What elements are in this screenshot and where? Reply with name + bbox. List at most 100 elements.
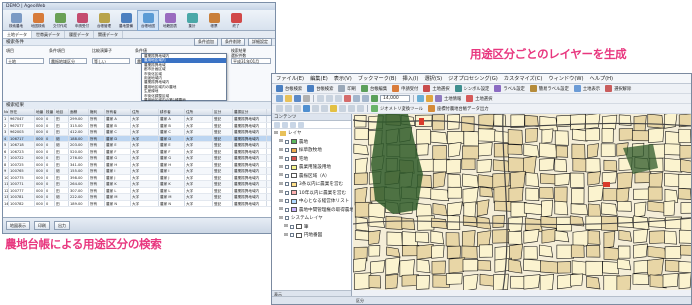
delete-icon[interactable] (344, 95, 351, 102)
select-icon[interactable] (466, 95, 474, 102)
copy-icon[interactable] (326, 95, 333, 102)
print-icon[interactable] (303, 95, 310, 102)
menu-item[interactable]: 挿入(I) (403, 74, 419, 83)
grid-column-header[interactable]: 面積 (69, 109, 89, 115)
layer-item[interactable]: ⊟ 農地中間管理権の取得農地 (272, 206, 354, 215)
collapse-icon[interactable]: ⊟ (279, 139, 283, 144)
layer-item[interactable]: ⊟ 農業用施設用地 (272, 163, 351, 172)
layer-item[interactable]: ⊟ 農振区域（A） (272, 172, 351, 181)
layer-item[interactable]: ⊟ 宅地 (272, 155, 351, 164)
grid-column-header[interactable]: 地目 (55, 109, 69, 115)
grid-column-header[interactable]: 地番 (35, 109, 45, 115)
visibility-checkbox[interactable] (284, 216, 289, 221)
visibility-checkbox[interactable] (284, 139, 289, 144)
undo-icon[interactable] (353, 95, 360, 102)
layer-item[interactable]: ⊟ 円地番図 (272, 231, 351, 240)
collapse-icon[interactable]: ⊟ (274, 131, 278, 136)
table-row[interactable]: 14 100782 000 0 田 189.00 所有 農家 N 大字 農家 N 大字 登記 農業振興地… (3, 200, 275, 207)
visibility-checkbox[interactable] (284, 148, 289, 153)
grid-column-header[interactable]: 住所 (131, 109, 159, 115)
delete-condition-button[interactable]: 条件削除 (221, 38, 245, 46)
toolbar-label[interactable]: 簡易ラベル設定 (539, 86, 569, 92)
ribbon-button[interactable]: 帳票 (203, 10, 225, 31)
grid-column-header[interactable]: 所在 (9, 109, 35, 115)
menu-item[interactable]: 編集(E) (310, 74, 328, 83)
toolbar-label[interactable]: 申請受付 (401, 86, 418, 92)
visibility-checkbox[interactable] (284, 199, 289, 204)
list-by-selection-icon[interactable] (298, 122, 304, 128)
ribbon-button[interactable]: 申請受付 (71, 10, 93, 31)
layer-item[interactable]: ⊟ 採草放牧地 (272, 146, 351, 155)
ribbon-button[interactable]: 台帳管理 (93, 10, 115, 31)
visibility-checkbox[interactable] (284, 165, 289, 170)
search-icon[interactable] (435, 95, 442, 102)
map-canvas[interactable] (353, 114, 691, 296)
scale-combo[interactable]: 14,000 (380, 95, 410, 102)
visibility-checkbox[interactable] (284, 173, 289, 178)
toolbar-icon[interactable] (573, 85, 581, 92)
ribbon-button[interactable]: 交付作成 (49, 10, 71, 31)
print-button[interactable]: 印刷 (34, 221, 50, 230)
ribbon-button[interactable]: 農地整備 (115, 10, 137, 31)
menu-item[interactable]: ブックマーク(B) (358, 74, 397, 83)
ribbon-button[interactable]: 検索農地 (5, 10, 27, 31)
collapse-icon[interactable]: ⊟ (279, 165, 283, 170)
toolbar-label[interactable]: 印刷 (347, 86, 356, 92)
value-dropdown-list[interactable]: 農業振興地域内 農用地区域内 農業振興地域 都市計画区域 市街化区域 用途地域内 農業振興地… (141, 53, 227, 102)
menu-item[interactable]: ジオプロセシング(G) (448, 74, 498, 83)
grid-column-header[interactable]: 農振区分 (233, 109, 267, 115)
add-data-icon[interactable] (371, 95, 378, 102)
item-select[interactable]: 土地 (6, 58, 44, 64)
map-display-button[interactable]: 地図表示 (6, 221, 30, 230)
pan-icon[interactable] (294, 105, 301, 112)
layer-item[interactable]: ⊟ 10年以内に農業を営む (272, 189, 351, 198)
menu-item[interactable]: ファイル(E) (276, 74, 304, 83)
collapse-icon[interactable]: ⊟ (279, 182, 283, 187)
data-tab[interactable]: 関連データ (94, 31, 123, 38)
collapse-icon[interactable]: ⊟ (284, 233, 288, 238)
visibility-checkbox[interactable] (289, 233, 294, 238)
open-icon[interactable] (285, 95, 292, 102)
list-by-source-icon[interactable] (282, 122, 288, 128)
visibility-checkbox[interactable] (284, 190, 289, 195)
geometry-tool-label[interactable]: ジオメトリ変換ツール (380, 106, 423, 112)
forward-icon[interactable] (321, 105, 328, 112)
menu-item[interactable]: カスタマイズ(C) (504, 74, 543, 83)
visibility-checkbox[interactable] (284, 182, 289, 187)
detail-settings-button[interactable]: 詳細設定 (248, 38, 272, 46)
catalog-icon[interactable] (426, 95, 433, 102)
field-select[interactable]: 農振地域区分 (49, 58, 87, 64)
list-by-visibility-icon[interactable] (290, 122, 296, 128)
zoom-out-icon[interactable] (285, 105, 292, 112)
ribbon-button[interactable]: 終了 (225, 10, 247, 31)
menu-item[interactable]: 選択(S) (424, 74, 442, 83)
collapse-icon[interactable]: ⊟ (279, 199, 283, 204)
find-icon[interactable] (348, 105, 355, 112)
select-features-icon[interactable] (330, 105, 337, 112)
layer-root[interactable]: ⊟ レイヤ (272, 129, 351, 138)
collapse-icon[interactable]: ⊟ (279, 156, 283, 161)
operator-select[interactable]: 等しい (92, 58, 130, 64)
toolbar-label[interactable]: 土地選択 (432, 86, 449, 92)
grid-column-header[interactable]: 権利 (89, 109, 105, 115)
grid-column-header[interactable]: 耕作者 (159, 109, 185, 115)
grid-column-header[interactable]: 区分 (213, 109, 233, 115)
new-icon[interactable] (276, 95, 283, 102)
layer-item[interactable]: ⊟ システムレイヤ (272, 214, 351, 223)
collapse-icon[interactable]: ⊟ (279, 216, 283, 221)
visibility-checkbox[interactable] (284, 207, 289, 212)
toolbar-icon[interactable] (338, 85, 346, 92)
data-tab[interactable]: 世帯員データ (32, 31, 65, 38)
paste-icon[interactable] (335, 95, 342, 102)
grid-column-header[interactable]: 所有者 (105, 109, 131, 115)
collapse-icon[interactable]: ⊟ (279, 207, 283, 212)
parcel-select-label[interactable]: 土地選択 (475, 96, 492, 102)
measure-icon[interactable] (357, 105, 364, 112)
layer-item[interactable]: ⊟ 中心となる経営体リスト (272, 197, 351, 206)
collapse-icon[interactable]: ⊟ (279, 173, 283, 178)
list-by-drawing-icon[interactable] (274, 122, 280, 128)
zoom-in-icon[interactable] (276, 105, 283, 112)
ribbon-button[interactable]: 地籍図表 (159, 10, 181, 31)
toolbar-label[interactable]: 台帳検索 (316, 86, 333, 92)
toolbar-label[interactable]: 台帳編集 (370, 86, 387, 92)
